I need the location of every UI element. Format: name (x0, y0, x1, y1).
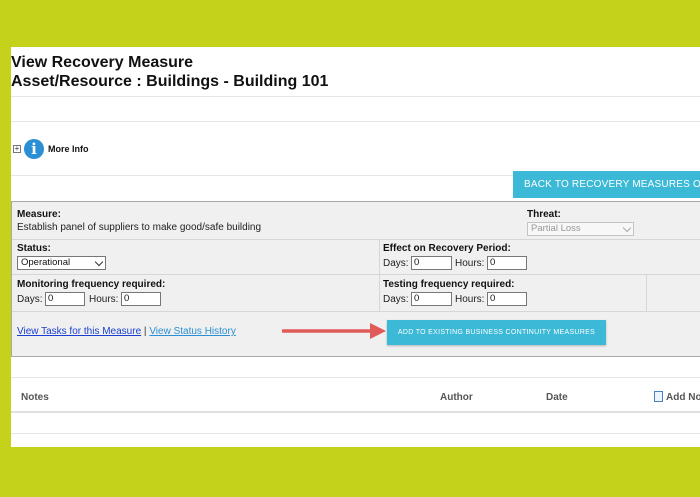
document-icon[interactable] (654, 391, 663, 402)
more-info-label[interactable]: More Info (48, 144, 89, 154)
row-divider (12, 239, 700, 240)
page-title: View Recovery Measure Asset/Resource : B… (11, 53, 328, 91)
expand-icon[interactable]: + (13, 145, 21, 153)
row-divider (12, 311, 700, 312)
monitoring-hours-input[interactable]: 0 (121, 292, 161, 306)
measure-value: Establish panel of suppliers to make goo… (17, 222, 262, 233)
add-to-existing-bc-measures-button[interactable]: ADD TO EXISTING BUSINESS CONTINUITY MEAS… (387, 320, 606, 345)
status-label: Status: (17, 243, 51, 254)
row-divider (12, 274, 700, 275)
testing-days-input[interactable]: 0 (411, 292, 452, 306)
effect-hours-input[interactable]: 0 (487, 256, 527, 270)
measure-links: View Tasks for this Measure | View Statu… (17, 326, 236, 337)
more-info[interactable]: + i More Info (13, 139, 89, 159)
column-divider (646, 274, 647, 311)
notes-column-header: Notes (21, 392, 49, 403)
effect-days-input[interactable]: 0 (411, 256, 452, 270)
link-separator: | (143, 326, 147, 337)
monitoring-days-label: Days: (17, 294, 43, 305)
page-title-line2: Asset/Resource : Buildings - Building 10… (11, 73, 329, 90)
monitoring-days-input[interactable]: 0 (45, 292, 85, 306)
author-column-header: Author (440, 392, 473, 403)
back-to-recovery-measures-button[interactable]: BACK TO RECOVERY MEASURES OVERVIEW (513, 171, 700, 198)
threat-select-value: Partial Loss (531, 223, 581, 234)
divider (11, 411, 700, 413)
testing-hours-input[interactable]: 0 (487, 292, 527, 306)
divider (11, 121, 700, 122)
measure-label: Measure: (17, 209, 61, 220)
add-note-link[interactable]: Add Note (666, 392, 700, 403)
effect-on-recovery-label: Effect on Recovery Period: (383, 243, 511, 254)
notes-table-header: Notes Author Date Add Note (11, 384, 700, 411)
divider (11, 433, 700, 434)
chevron-down-icon (622, 223, 632, 233)
monitoring-frequency-label: Monitoring frequency required: (17, 279, 166, 290)
divider (11, 96, 700, 97)
effect-hours-label: Hours: (455, 258, 485, 269)
effect-days-label: Days: (383, 258, 409, 269)
testing-frequency-label: Testing frequency required: (383, 279, 515, 290)
threat-label: Threat: (527, 209, 561, 220)
testing-days-label: Days: (383, 294, 409, 305)
status-select-value: Operational (21, 257, 71, 268)
monitoring-hours-label: Hours: (89, 294, 119, 305)
column-divider (379, 239, 380, 311)
page-title-line1: View Recovery Measure (11, 54, 194, 71)
threat-select: Partial Loss (527, 222, 634, 236)
arrow-right-icon (282, 323, 386, 339)
page: View Recovery Measure Asset/Resource : B… (11, 47, 700, 447)
status-select[interactable]: Operational (17, 256, 106, 270)
chevron-down-icon[interactable] (94, 257, 104, 267)
view-status-history-link[interactable]: View Status History (149, 326, 236, 337)
date-column-header: Date (546, 392, 568, 403)
info-icon[interactable]: i (24, 139, 44, 159)
divider (11, 377, 700, 378)
view-tasks-link[interactable]: View Tasks for this Measure (17, 326, 141, 337)
testing-hours-label: Hours: (455, 294, 485, 305)
